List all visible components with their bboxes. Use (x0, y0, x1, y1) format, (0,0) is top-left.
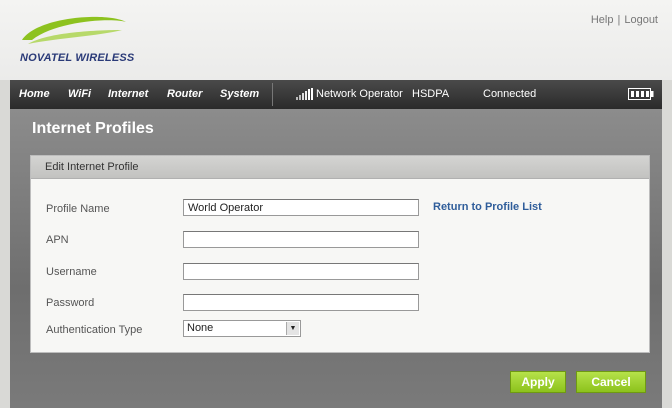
password-input[interactable] (183, 294, 419, 311)
signal-bars-icon (296, 88, 313, 100)
brand-name: NOVATEL WIRELESS (20, 52, 135, 64)
username-input[interactable] (183, 263, 419, 280)
nav-divider (272, 83, 273, 106)
nav-home[interactable]: Home (19, 88, 50, 100)
nav-system[interactable]: System (220, 88, 259, 100)
chevron-down-icon[interactable]: ▼ (286, 322, 299, 335)
apply-button[interactable]: Apply (510, 371, 566, 393)
profile-name-input[interactable] (183, 199, 419, 216)
panel-title: Edit Internet Profile (31, 156, 649, 179)
nav-bar: Home WiFi Internet Router System Network… (10, 80, 662, 109)
connection-status: Connected (483, 88, 537, 100)
battery-icon (628, 88, 654, 100)
header: NOVATEL WIRELESS Help | Logout (0, 0, 672, 80)
auth-type-label: Authentication Type (46, 324, 143, 336)
edit-profile-panel: Edit Internet Profile Profile Name Retur… (30, 155, 650, 353)
cancel-button[interactable]: Cancel (576, 371, 646, 393)
return-to-profile-list-link[interactable]: Return to Profile List (433, 201, 542, 213)
nav-router[interactable]: Router (167, 88, 202, 100)
network-type-label: HSDPA (412, 88, 450, 100)
profile-name-label: Profile Name (46, 203, 110, 215)
page-title: Internet Profiles (32, 120, 154, 137)
link-separator: | (617, 14, 621, 26)
nav-wifi[interactable]: WiFi (68, 88, 91, 100)
username-label: Username (46, 266, 97, 278)
apn-input[interactable] (183, 231, 419, 248)
auth-type-select[interactable]: None ▼ (183, 320, 301, 337)
network-operator-label: Network Operator (316, 88, 403, 100)
apn-label: APN (46, 234, 69, 246)
password-label: Password (46, 297, 95, 309)
logout-link[interactable]: Logout (624, 14, 658, 26)
novatel-logo-icon (22, 16, 126, 44)
help-link[interactable]: Help (591, 14, 614, 26)
main-content: Internet Profiles Edit Internet Profile … (10, 109, 662, 408)
top-links: Help | Logout (591, 14, 658, 26)
auth-type-value: None (187, 322, 214, 334)
nav-internet[interactable]: Internet (108, 88, 148, 100)
